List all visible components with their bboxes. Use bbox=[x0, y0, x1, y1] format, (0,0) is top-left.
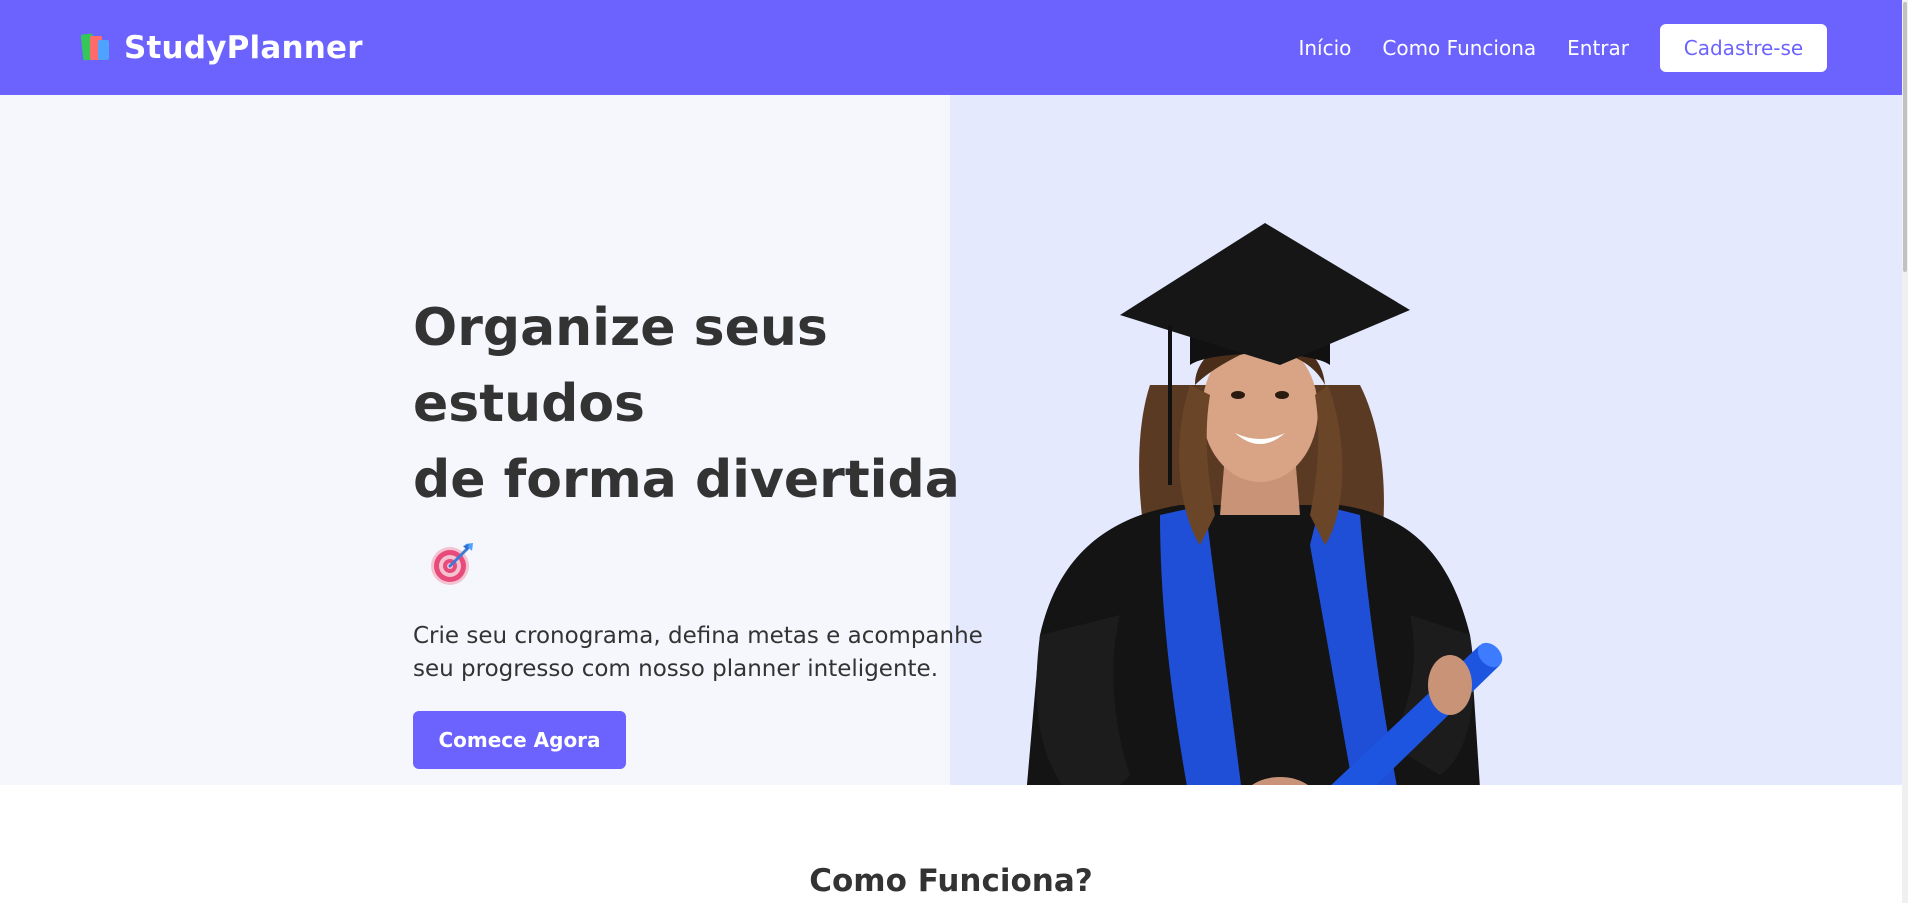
how-it-works-title: Como Funciona? bbox=[809, 863, 1093, 899]
hero-subtitle: Crie seu cronograma, defina metas e acom… bbox=[413, 623, 983, 682]
brand[interactable]: StudyPlanner bbox=[80, 30, 363, 66]
nav-home-link[interactable]: Início bbox=[1298, 36, 1351, 60]
signup-button[interactable]: Cadastre-se bbox=[1660, 23, 1827, 72]
how-it-works-section: Como Funciona? bbox=[0, 785, 1902, 903]
nav-links: Início Como Funciona Entrar Cadastre-se bbox=[1298, 23, 1827, 72]
hero-text: Organize seus estudos de forma divertida… bbox=[413, 290, 1013, 769]
navbar: StudyPlanner Início Como Funciona Entrar… bbox=[0, 0, 1902, 95]
nav-how-it-works-link[interactable]: Como Funciona bbox=[1382, 36, 1536, 60]
start-now-button[interactable]: Comece Agora bbox=[413, 711, 626, 769]
target-icon bbox=[429, 532, 475, 585]
hero-title: Organize seus estudos de forma divertida bbox=[413, 290, 1013, 594]
books-icon bbox=[80, 32, 112, 64]
page: StudyPlanner Início Como Funciona Entrar… bbox=[0, 0, 1908, 903]
graduate-student-image bbox=[1010, 215, 1510, 875]
hero-title-line2: de forma divertida bbox=[413, 450, 960, 510]
brand-name: StudyPlanner bbox=[124, 29, 363, 66]
page-scrollbar[interactable] bbox=[1902, 0, 1908, 903]
nav-login-link[interactable]: Entrar bbox=[1567, 36, 1629, 60]
scrollbar-thumb[interactable] bbox=[1903, 2, 1907, 272]
hero-title-line1: Organize seus estudos bbox=[413, 298, 828, 434]
hero-section: Organize seus estudos de forma divertida… bbox=[0, 95, 1902, 865]
